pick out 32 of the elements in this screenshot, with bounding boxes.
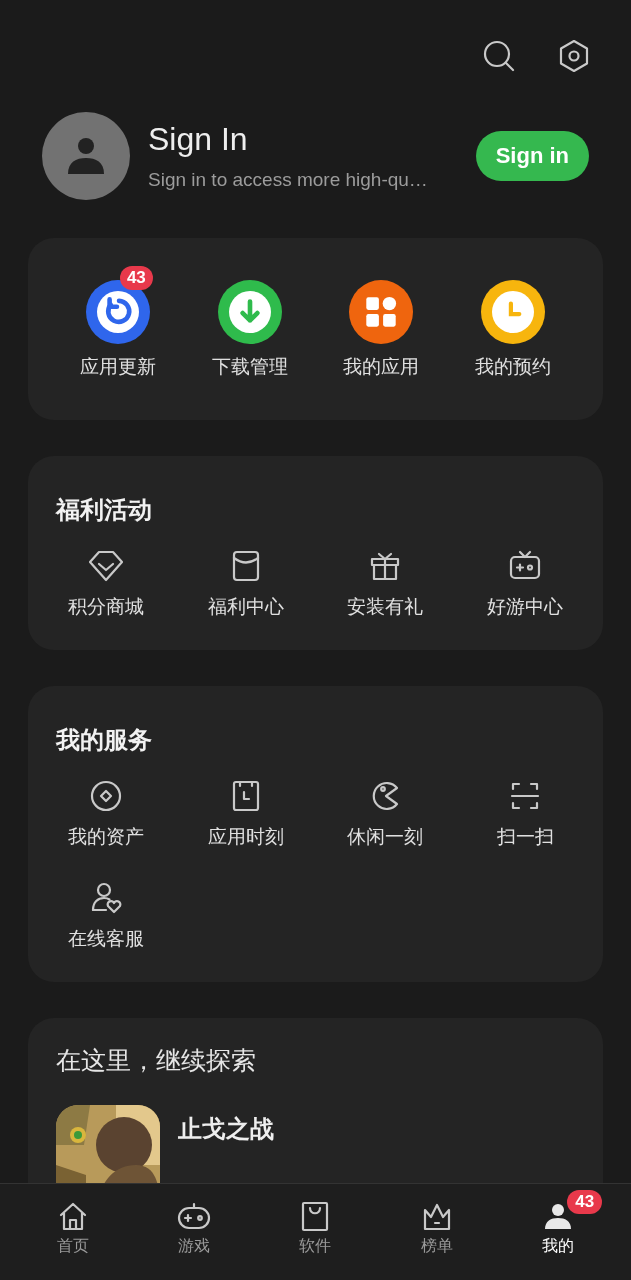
app-name[interactable]: 止戈之战 [178,1105,274,1145]
menu-item[interactable]: 扫一扫 [455,776,595,850]
nav-tab[interactable]: 首页 [22,1184,123,1280]
menu-item[interactable]: 休闲一刻 [315,776,456,850]
download-icon [228,291,271,333]
person-icon [66,136,106,176]
menu-item[interactable]: 福利中心 [175,546,316,620]
nav-tab[interactable]: 榜单 [386,1184,487,1280]
menu-item[interactable]: 安装有礼 [315,546,456,620]
count-badge: 43 [119,266,153,290]
nav-tab[interactable]: 我的 43 [508,1184,609,1280]
clock-icon [492,291,535,333]
shortcut-item[interactable]: 我的应用 [315,266,448,380]
refresh-icon [96,291,139,333]
sign-in-subtitle: Sign in to access more high-qu… [148,169,429,191]
menu-item[interactable]: 在线客服 [36,878,176,952]
shortcut-item[interactable]: 我的预约 [447,266,579,380]
menu-item[interactable]: 我的资产 [36,776,176,850]
menu-item[interactable]: 好游中心 [455,546,595,620]
shortcut-item[interactable]: 下载管理 [183,266,316,380]
section-title: 福利活动 [54,495,153,525]
menu-item[interactable]: 应用时刻 [175,776,316,850]
menu-item[interactable]: 积分商城 [36,546,176,620]
sign-in-title: Sign In [148,121,249,157]
section-title: 我的服务 [55,725,153,755]
nav-tab[interactable]: 游戏 [144,1184,245,1280]
settings-icon [557,38,591,74]
section-title: 在这里，继续探索 [56,1045,257,1076]
nav-tab[interactable]: 软件 [265,1184,366,1280]
shortcut-item[interactable]: 应用更新 43 [52,266,184,380]
count-badge: 43 [567,1190,603,1214]
search-icon [481,38,517,74]
